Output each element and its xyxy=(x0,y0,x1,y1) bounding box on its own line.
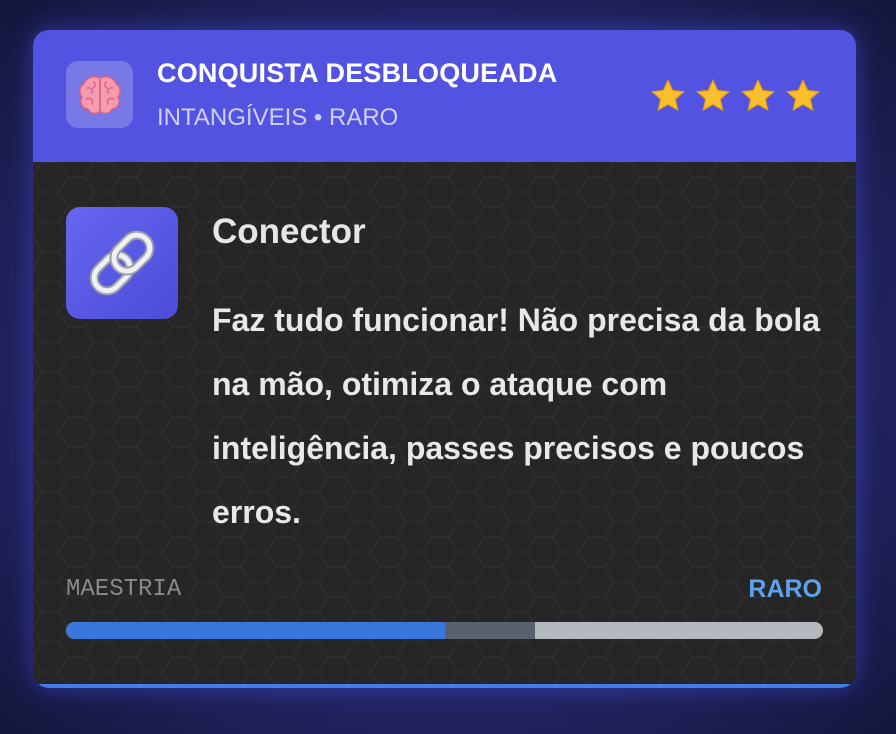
achievement-icon-tile xyxy=(66,207,178,319)
achievement-card: CONQUISTA DESBLOQUEADA INTANGÍVEIS • RAR… xyxy=(33,30,856,688)
star-icon xyxy=(695,78,731,112)
category-rarity-subtitle: INTANGÍVEIS • RARO xyxy=(157,104,399,131)
star-icon xyxy=(785,78,821,112)
card-header: CONQUISTA DESBLOQUEADA INTANGÍVEIS • RAR… xyxy=(33,30,856,162)
link-icon xyxy=(89,230,155,296)
star-rating xyxy=(648,78,823,118)
star-icon xyxy=(650,78,686,112)
achievement-unlocked-title: CONQUISTA DESBLOQUEADA xyxy=(157,58,558,88)
star-icon xyxy=(740,78,776,112)
mastery-level: RARO xyxy=(748,575,822,603)
brain-icon xyxy=(79,75,121,115)
mastery-progress-bar xyxy=(66,622,823,639)
mastery-label: MAESTRIA xyxy=(66,576,182,603)
achievement-description: Faz tudo funcionar! Não precisa da bola … xyxy=(212,302,821,530)
mastery-next-segment xyxy=(444,622,536,639)
card-bottom-accent xyxy=(33,684,856,688)
category-badge xyxy=(66,61,133,128)
achievement-name: Conector xyxy=(212,212,366,251)
mastery-progress-fill xyxy=(66,622,445,639)
card-body: Conector Faz tudo funcionar! Não precisa… xyxy=(33,162,856,684)
